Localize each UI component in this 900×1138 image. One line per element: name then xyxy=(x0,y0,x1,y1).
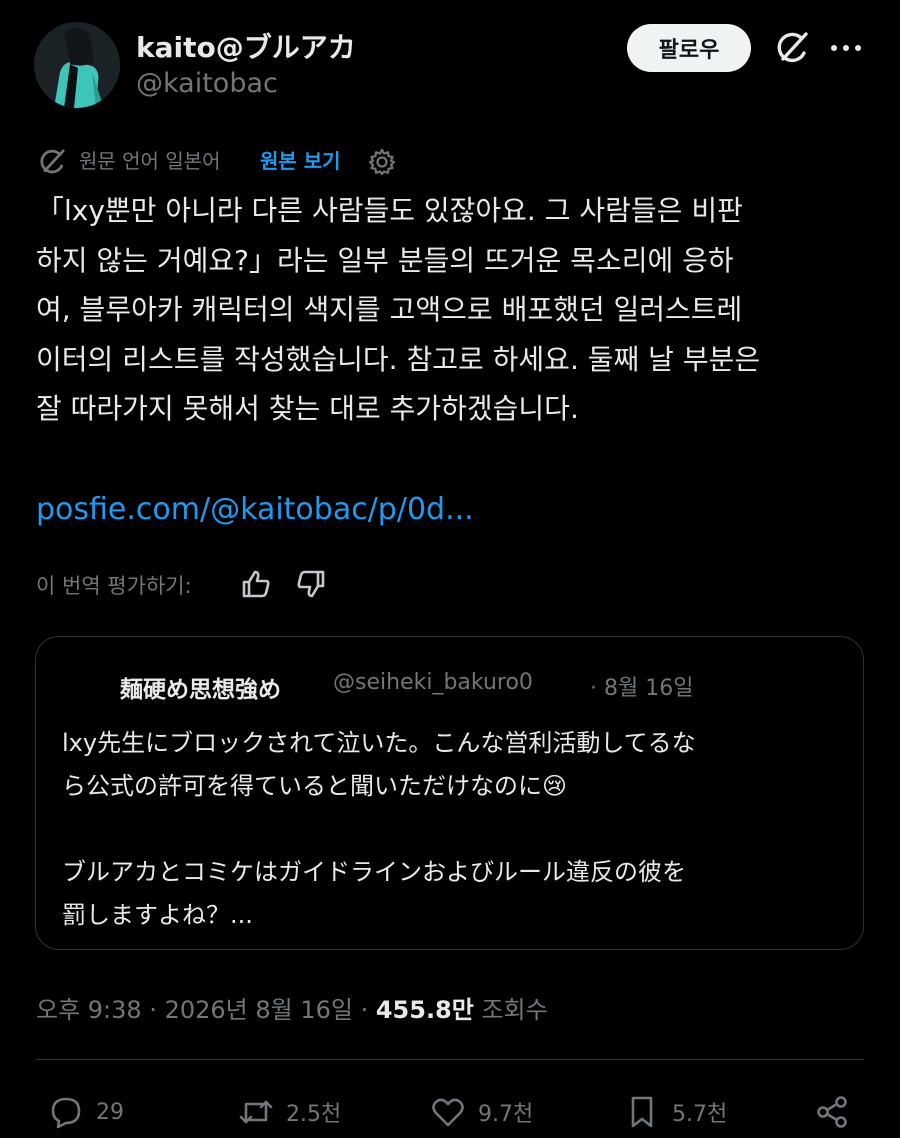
quoted-author-name: 麺硬め思想強め xyxy=(120,677,281,703)
share-icon xyxy=(817,1096,847,1128)
quoted-tweet-text: lxy先生にブロックされて泣いた。こんな営利活動してるな ら公式の許可を得ている… xyxy=(62,729,696,929)
show-original-link[interactable]: 원본 보기 xyxy=(260,145,341,174)
heart-icon xyxy=(432,1098,464,1127)
bookmark-icon xyxy=(631,1096,653,1128)
rate-translation-label: 이 번역 평가하기: xyxy=(36,574,192,598)
repost-button[interactable]: 2.5천 xyxy=(238,1094,341,1130)
repost-icon xyxy=(239,1100,273,1124)
author-handle[interactable]: @kaitobac xyxy=(136,68,278,99)
like-button[interactable]: 9.7천 xyxy=(430,1094,533,1130)
tweet-meta: 오후 9:38 · 2026년 8월 16일 · 455.8만 조회수 xyxy=(36,990,548,1025)
follow-button[interactable]: 팔로우 xyxy=(627,24,751,72)
repost-count: 2.5천 xyxy=(286,1102,342,1127)
bookmark-count: 5.7천 xyxy=(672,1102,728,1127)
thumbs-up-icon[interactable] xyxy=(240,568,272,600)
share-button[interactable] xyxy=(814,1094,850,1130)
reply-icon xyxy=(51,1097,81,1129)
like-count: 9.7천 xyxy=(478,1102,534,1127)
quoted-author-handle: @seiheki_bakuro0 xyxy=(333,670,533,695)
divider xyxy=(36,1059,864,1060)
tweet-text: 「lxy뿐만 아니라 다른 사람들도 있잖아요. 그 사람들은 비판 하지 않는… xyxy=(36,194,761,425)
grok-icon[interactable] xyxy=(772,28,812,68)
more-options-icon[interactable] xyxy=(830,40,862,54)
quoted-tweet-date: · 8월 16일 xyxy=(590,676,694,701)
view-count-label: 조회수 xyxy=(473,996,548,1024)
grok-translate-icon xyxy=(36,146,68,178)
reply-count: 29 xyxy=(96,1099,124,1125)
thumbs-down-icon[interactable] xyxy=(295,568,327,600)
author-avatar[interactable] xyxy=(34,22,120,108)
reply-button[interactable]: 29 xyxy=(48,1094,124,1130)
tweet-timestamp[interactable]: 오후 9:38 · 2026년 8월 16일 · xyxy=(36,996,376,1024)
author-display-name[interactable]: kaito@ブルアカ xyxy=(136,26,356,66)
translation-settings-gear-icon[interactable] xyxy=(367,147,397,177)
translation-language-label: 원문 언어 일본어 xyxy=(79,149,221,173)
bookmark-button[interactable]: 5.7천 xyxy=(624,1094,727,1130)
view-count: 455.8만 xyxy=(375,996,474,1024)
tweet-link[interactable]: posfie.com/@kaitobac/p/0d... xyxy=(36,492,474,527)
